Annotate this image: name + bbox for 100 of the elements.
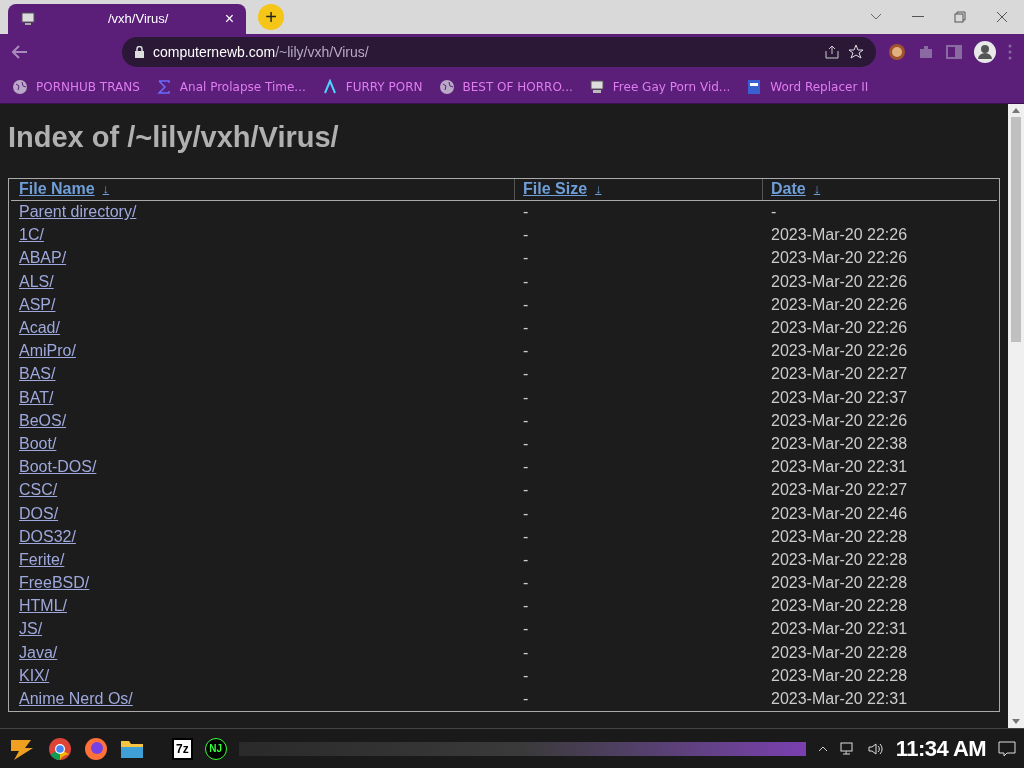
new-tab-button[interactable]: +: [258, 4, 284, 30]
tab-title: /vxh/Virus/: [107, 10, 170, 29]
directory-link[interactable]: KIX/: [19, 666, 50, 684]
column-header-link[interactable]: File Name: [19, 177, 95, 201]
file-size: -: [523, 365, 529, 383]
nj-icon[interactable]: NJ: [204, 737, 227, 760]
modified-date: 2023-Mar-20 22:26: [771, 295, 908, 313]
directory-link[interactable]: JS/: [19, 620, 43, 638]
avatar-icon[interactable]: [888, 43, 906, 61]
file-size: -: [523, 574, 529, 592]
more-icon[interactable]: [1008, 44, 1012, 60]
file-size: -: [523, 295, 529, 313]
modified-date: 2023-Mar-20 22:28: [771, 574, 908, 592]
restore-icon[interactable]: [954, 11, 966, 23]
bookmark-link[interactable]: BEST OF HORRO...: [462, 77, 573, 96]
scrollbar[interactable]: [1008, 104, 1024, 728]
directory-link[interactable]: BeOS/: [19, 411, 67, 429]
file-size: -: [523, 203, 529, 221]
directory-link[interactable]: FreeBSD/: [19, 574, 90, 592]
sort-arrow[interactable]: ↓: [595, 179, 602, 199]
computer-icon: [588, 78, 605, 95]
file-size: -: [523, 411, 529, 429]
column-header-link[interactable]: File Size: [523, 177, 588, 201]
scroll-down-icon[interactable]: [1012, 719, 1020, 724]
folder-icon[interactable]: [120, 738, 144, 759]
directory-link[interactable]: BAT/: [19, 388, 54, 406]
share-icon[interactable]: [824, 45, 840, 59]
lock-icon: [134, 45, 145, 59]
address-bar[interactable]: computernewb.com/~lily/vxh/Virus/: [122, 37, 876, 67]
directory-link[interactable]: BAS/: [19, 365, 56, 383]
bookmark-link[interactable]: Free Gay Porn Vid...: [612, 77, 731, 96]
directory-link[interactable]: CSC/: [19, 481, 58, 499]
bookmark-link[interactable]: Word Replacer II: [770, 77, 869, 96]
lambda-icon: [321, 78, 338, 95]
modified-date: 2023-Mar-20 22:26: [771, 319, 908, 337]
bookmark-link[interactable]: PORNHUB TRANS: [36, 77, 140, 96]
notification-icon[interactable]: [998, 740, 1016, 757]
sort-arrow[interactable]: ↓: [102, 179, 110, 199]
puzzle-icon[interactable]: [918, 44, 934, 60]
modified-date: -: [771, 203, 777, 221]
scroll-thumb[interactable]: [1011, 117, 1021, 342]
firefox-icon[interactable]: [84, 736, 108, 761]
modified-date: 2023-Mar-20 22:31: [771, 690, 908, 708]
directory-link[interactable]: DOS/: [19, 504, 59, 522]
star-icon[interactable]: [848, 44, 864, 60]
file-size: -: [523, 550, 529, 568]
modified-date: 2023-Mar-20 22:27: [771, 365, 908, 383]
computer-icon: [20, 11, 36, 27]
modified-date: 2023-Mar-20 22:28: [771, 597, 908, 615]
directory-link[interactable]: Anime Nerd Os/: [19, 690, 133, 708]
directory-link[interactable]: Java/: [19, 643, 58, 661]
directory-link[interactable]: Boot-DOS/: [19, 458, 97, 476]
network-icon[interactable]: [839, 741, 856, 756]
modified-date: 2023-Mar-20 22:38: [771, 434, 908, 452]
browser-tab[interactable]: /vxh/Virus/ ×: [8, 4, 246, 34]
close-icon[interactable]: [996, 11, 1008, 23]
back-arrow-icon[interactable]: [12, 45, 28, 59]
directory-link[interactable]: DOS32/: [19, 527, 76, 545]
chevron-up-icon[interactable]: [817, 745, 828, 752]
file-size: -: [523, 690, 529, 708]
file-size: -: [523, 504, 529, 522]
modified-date: 2023-Mar-20 22:28: [771, 643, 908, 661]
speaker-icon[interactable]: [867, 741, 884, 756]
file-size: -: [523, 620, 529, 638]
close-tab-button[interactable]: ×: [224, 11, 234, 27]
profile-icon[interactable]: [974, 41, 996, 63]
file-size: -: [523, 481, 529, 499]
directory-link[interactable]: ALS/: [19, 272, 54, 290]
file-size: -: [523, 319, 529, 337]
directory-link[interactable]: Boot/: [19, 434, 57, 452]
directory-link[interactable]: HTML/: [19, 597, 67, 615]
document-icon: [746, 78, 763, 95]
directory-link[interactable]: Acad/: [19, 319, 60, 337]
scroll-up-icon[interactable]: [1012, 108, 1020, 113]
page-heading: Index of /~lily/vxh/Virus/: [8, 120, 340, 155]
minimize-icon[interactable]: [912, 16, 924, 18]
bookmark-link[interactable]: FURRY PORN: [345, 77, 423, 96]
directory-link[interactable]: 1C/: [19, 226, 44, 244]
7zip-icon[interactable]: 7z: [172, 737, 193, 760]
directory-link[interactable]: AmiPro/: [19, 342, 76, 360]
modified-date: 2023-Mar-20 22:26: [771, 249, 908, 267]
clock-time[interactable]: 11:34 AM: [895, 732, 986, 765]
modified-date: 2023-Mar-20 22:26: [771, 342, 908, 360]
sort-arrow[interactable]: ↓: [813, 179, 821, 199]
directory-link[interactable]: ABAP/: [19, 249, 67, 267]
chrome-icon[interactable]: [48, 736, 72, 761]
side-panel-icon[interactable]: [946, 45, 962, 59]
modified-date: 2023-Mar-20 22:28: [771, 527, 908, 545]
modified-date: 2023-Mar-20 22:46: [771, 504, 908, 522]
directory-link[interactable]: Parent directory/: [19, 203, 137, 221]
column-header-link[interactable]: Date: [771, 177, 806, 201]
modified-date: 2023-Mar-20 22:26: [771, 272, 908, 290]
file-size: -: [523, 527, 529, 545]
directory-link[interactable]: ASP/: [19, 295, 56, 313]
file-size: -: [523, 643, 529, 661]
modified-date: 2023-Mar-20 22:31: [771, 620, 908, 638]
chevron-down-icon[interactable]: [870, 13, 882, 21]
directory-link[interactable]: Ferite/: [19, 550, 65, 568]
sigma-icon: [155, 78, 172, 95]
bookmark-link[interactable]: Anal Prolapse Time...: [179, 77, 306, 96]
